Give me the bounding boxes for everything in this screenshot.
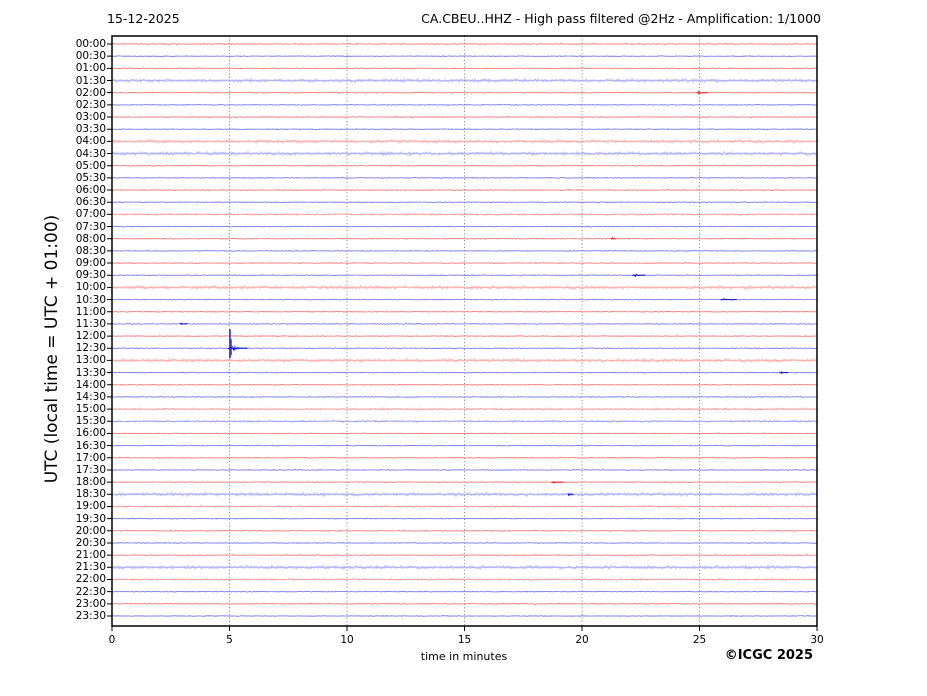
plot-date: 15-12-2025	[107, 11, 180, 26]
y-tick-label: 23:30	[75, 609, 106, 622]
y-tick-label: 00:00	[75, 38, 106, 50]
y-tick-label: 01:00	[75, 62, 106, 75]
y-tick-label: 12:00	[75, 330, 106, 343]
y-tick-label: 20:00	[75, 524, 106, 537]
y-tick-label: 20:30	[75, 536, 106, 549]
y-tick-label: 04:30	[75, 147, 106, 160]
x-tick-label: 20	[575, 634, 589, 646]
y-tick-label: 17:30	[75, 463, 106, 476]
y-tick-label: 21:30	[75, 561, 106, 574]
y-tick-label: 02:00	[75, 86, 106, 99]
y-tick-label: 14:30	[75, 390, 106, 403]
y-tick-label: 00:30	[75, 50, 106, 63]
y-tick-label: 15:00	[75, 403, 106, 416]
y-tick-label: 03:30	[75, 123, 106, 136]
y-tick-label: 03:00	[75, 111, 106, 124]
y-tick-label: 18:00	[75, 476, 106, 489]
y-tick-label: 21:00	[75, 549, 106, 562]
y-tick-label: 10:30	[75, 293, 106, 306]
y-tick-label: 04:00	[75, 135, 106, 148]
plot-title: CA.CBEU..HHZ - High pass filtered @2Hz -…	[421, 11, 821, 26]
y-tick-label: 23:00	[75, 597, 106, 610]
y-tick-label: 08:30	[75, 244, 106, 257]
y-tick-label: 01:30	[75, 74, 106, 87]
x-tick-label: 30	[810, 634, 824, 646]
y-tick-label: 13:00	[75, 354, 106, 367]
y-tick-label: 10:00	[75, 281, 106, 294]
y-tick-label: 02:30	[75, 98, 106, 111]
y-tick-label: 09:00	[75, 257, 106, 270]
y-tick-label: 07:00	[75, 208, 106, 221]
y-tick-label: 13:30	[75, 366, 106, 379]
x-tick-label: 0	[108, 634, 116, 646]
helicorder-canvas	[0, 0, 927, 696]
x-tick-label: 5	[226, 634, 233, 646]
y-tick-label: 08:00	[75, 232, 106, 245]
x-axis-label: time in minutes	[420, 650, 508, 663]
x-tick-label: 15	[457, 634, 472, 646]
y-tick-label: 11:00	[75, 305, 106, 318]
helicorder-figure: 15-12-2025 CA.CBEU..HHZ - High pass filt…	[0, 0, 927, 696]
y-tick-label: 15:30	[75, 415, 106, 428]
y-tick-label: 11:30	[75, 317, 106, 330]
y-tick-label: 19:30	[75, 512, 106, 525]
y-tick-label: 07:30	[75, 220, 106, 233]
x-tick-label: 10	[340, 634, 354, 646]
x-tick-label: 25	[692, 634, 707, 646]
copyright-credit: ©ICGC 2025	[724, 648, 813, 663]
y-tick-label: 14:00	[75, 378, 106, 391]
y-tick-label: 17:00	[75, 451, 106, 464]
y-tick-label: 19:00	[75, 500, 106, 513]
y-tick-label: 22:00	[75, 573, 106, 586]
y-tick-label: 05:30	[75, 171, 106, 184]
y-tick-label: 06:30	[75, 196, 106, 209]
y-tick-label: 05:00	[75, 159, 106, 172]
y-tick-label: 06:00	[75, 184, 106, 197]
y-tick-label: 18:30	[75, 488, 106, 501]
y-tick-label: 22:30	[75, 585, 106, 598]
y-tick-label: 16:00	[75, 427, 106, 440]
y-tick-label: 09:30	[75, 269, 106, 282]
y-tick-label: 16:30	[75, 439, 106, 452]
y-tick-label: 12:30	[75, 342, 106, 355]
